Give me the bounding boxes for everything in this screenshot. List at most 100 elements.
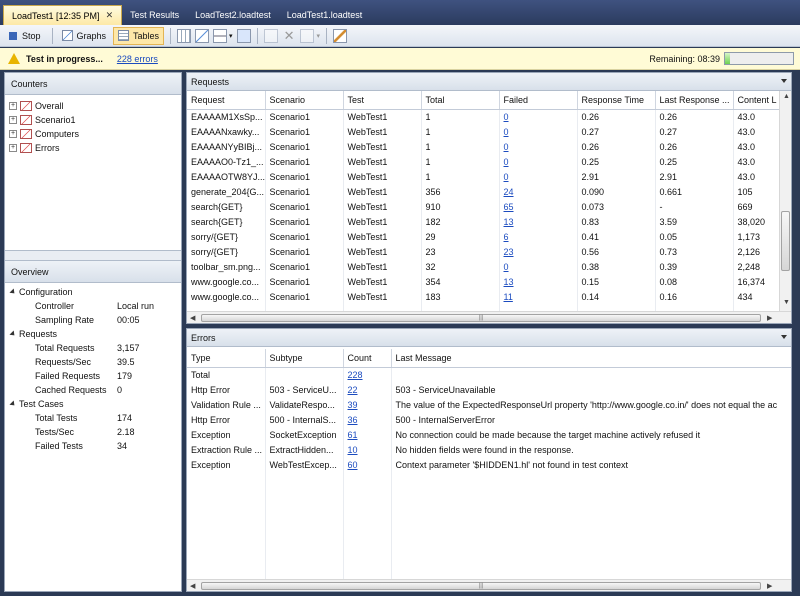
column-header[interactable]: Count [343, 349, 392, 368]
column-header[interactable]: Test [343, 91, 422, 110]
counter-item-overall[interactable]: + Overall [5, 99, 181, 113]
table-row[interactable]: Http Error 503 - ServiceU... 22 503 - Servi… [187, 382, 791, 397]
count-link[interactable]: 65 [504, 202, 514, 212]
count-link[interactable]: 61 [348, 430, 358, 440]
scroll-left-icon[interactable]: ◀ [190, 314, 195, 322]
column-header[interactable]: Scenario [265, 91, 344, 110]
table-row[interactable]: www.google.co... Scenario1 WebTest1 183 11 0.… [187, 289, 779, 304]
count-link[interactable]: 39 [348, 400, 358, 410]
properties-icon[interactable] [300, 28, 315, 43]
count-link[interactable]: 10 [348, 445, 358, 455]
expand-icon[interactable]: + [9, 116, 17, 124]
table-row[interactable]: sorry/{GET} Scenario1 WebTest1 23 23 0.56 0.73… [187, 244, 779, 259]
counter-item-scenario1[interactable]: + Scenario1 [5, 113, 181, 127]
table-row[interactable]: EAAAANxawky... Scenario1 WebTest1 1 0 0.27 0.2… [187, 124, 779, 139]
scroll-left-icon[interactable]: ◀ [190, 582, 195, 590]
expanded-arrow-icon[interactable] [9, 330, 17, 338]
count-link[interactable]: 0 [504, 157, 509, 167]
tab-1[interactable]: Test Results [122, 5, 187, 25]
delete-icon[interactable]: ✕ [284, 28, 295, 44]
scroll-right-icon[interactable]: ▶ [767, 582, 772, 590]
column-header[interactable]: Last Response ... [655, 91, 734, 110]
scroll-up-icon[interactable]: ▲ [783, 93, 790, 100]
count-link[interactable]: 0 [504, 142, 509, 152]
column-header[interactable]: Subtype [265, 349, 344, 368]
expand-icon[interactable]: + [9, 130, 17, 138]
expanded-arrow-icon[interactable] [9, 400, 17, 408]
count-link[interactable]: 36 [348, 415, 358, 425]
table-row[interactable]: EAAAAO0-Tz1_... Scenario1 WebTest1 1 0 0.25 0.… [187, 154, 779, 169]
table-row[interactable]: toolbar_sm.png... Scenario1 WebTest1 32 0 0.3… [187, 259, 779, 274]
export-icon[interactable] [236, 28, 251, 43]
chevron-down-icon[interactable] [781, 79, 787, 83]
table-row[interactable]: EAAAAOTW8YJ... Scenario1 WebTest1 1 0 2.91 2.9… [187, 169, 779, 184]
scroll-thumb[interactable]: ||| [201, 582, 761, 590]
count-link[interactable]: 24 [504, 187, 514, 197]
add-icon[interactable] [263, 28, 278, 43]
layout-dropdown-icon[interactable]: ▾ [229, 32, 233, 40]
table-view-icon[interactable] [177, 28, 192, 43]
expand-icon[interactable]: + [9, 144, 17, 152]
counter-item-computers[interactable]: + Computers [5, 127, 181, 141]
column-header[interactable]: Failed [499, 91, 578, 110]
scroll-thumb[interactable]: ||| [201, 314, 761, 322]
properties-dropdown-icon[interactable]: ▾ [316, 32, 320, 40]
count-link[interactable]: 228 [348, 370, 363, 380]
stop-button[interactable]: Stop [4, 27, 46, 45]
tab-2[interactable]: LoadTest2.loadtest [187, 5, 279, 25]
counter-item-errors[interactable]: + Errors [5, 141, 181, 155]
table-row[interactable]: Http Error 500 - InternalS... 36 500 - Inte… [187, 412, 791, 427]
count-link[interactable]: 0 [504, 127, 509, 137]
count-link[interactable]: 13 [504, 277, 514, 287]
tab-0[interactable]: LoadTest1 [12:35 PM] ✕ [3, 5, 123, 25]
tables-button[interactable]: Tables [113, 26, 165, 45]
table-row[interactable]: Extraction Rule ... ExtractHidden... 10 No … [187, 442, 791, 457]
column-header[interactable]: Total [421, 91, 500, 110]
count-link[interactable]: 11 [504, 292, 513, 302]
requests-vertical-scrollbar[interactable]: ▲ ▼ [779, 91, 791, 311]
expand-icon[interactable]: + [9, 102, 17, 110]
count-link[interactable]: 0 [504, 112, 509, 122]
count-link[interactable]: 6 [504, 232, 509, 242]
edit-icon[interactable] [332, 28, 347, 43]
overview-group[interactable]: Configuration [5, 285, 181, 299]
column-header[interactable]: Type [187, 349, 266, 368]
table-row[interactable]: Total 228 [187, 367, 791, 382]
table-row[interactable]: search{GET} Scenario1 WebTest1 910 65 0.073-6… [187, 199, 779, 214]
table-row[interactable]: generate_204{G... Scenario1 WebTest1 356 24 0… [187, 184, 779, 199]
count-link[interactable]: 13 [504, 217, 514, 227]
chevron-down-icon[interactable] [781, 335, 787, 339]
count-link[interactable]: 0 [504, 262, 509, 272]
column-header[interactable]: Content L [733, 91, 779, 110]
splitter[interactable] [5, 251, 181, 261]
count-link[interactable]: 23 [504, 247, 514, 257]
table-row[interactable]: EAAAAM1XsSp... Scenario1 WebTest1 1 0 0.26 0.2… [187, 109, 779, 124]
scroll-thumb[interactable] [781, 211, 790, 271]
layout-icon[interactable] [213, 28, 228, 43]
graphs-button[interactable]: Graphs [57, 27, 112, 45]
table-row[interactable]: www.google.co... Scenario1 WebTest1 354 13 0.… [187, 274, 779, 289]
graph-view-icon[interactable] [195, 28, 210, 43]
overview-group[interactable]: Requests [5, 327, 181, 341]
table-row[interactable]: search{GET} Scenario1 WebTest1 182 13 0.83 3.5… [187, 214, 779, 229]
errors-link[interactable]: 228 errors [117, 54, 158, 64]
count-link[interactable]: 0 [504, 172, 509, 182]
column-header[interactable]: Last Message [391, 349, 791, 368]
close-icon[interactable]: ✕ [106, 10, 114, 21]
errors-horizontal-scrollbar[interactable]: ◀ ||| ▶ [187, 579, 791, 591]
table-row[interactable]: Exception SocketException 61 No connection … [187, 427, 791, 442]
expanded-arrow-icon[interactable] [9, 288, 17, 296]
scroll-right-icon[interactable]: ▶ [767, 314, 772, 322]
column-header[interactable]: Response Time [577, 91, 656, 110]
column-header[interactable]: Request [187, 91, 266, 110]
overview-group[interactable]: Test Cases [5, 397, 181, 411]
requests-horizontal-scrollbar[interactable]: ◀ ||| ▶ [187, 311, 791, 323]
table-row[interactable]: Validation Rule ... ValidateRespo... 39 The… [187, 397, 791, 412]
table-row[interactable]: sorry/{GET} Scenario1 WebTest1 29 6 0.41 0.05 1… [187, 229, 779, 244]
count-link[interactable]: 60 [348, 460, 358, 470]
count-link[interactable]: 22 [348, 385, 358, 395]
scroll-down-icon[interactable]: ▼ [783, 299, 790, 306]
table-row[interactable]: EAAAANYyBIBj... Scenario1 WebTest1 1 0 0.26 0.… [187, 139, 779, 154]
table-row[interactable]: Exception WebTestExcep... 60 Context parame… [187, 457, 791, 472]
tab-3[interactable]: LoadTest1.loadtest [279, 5, 371, 25]
